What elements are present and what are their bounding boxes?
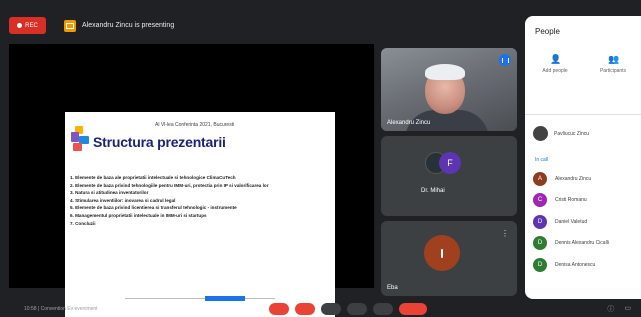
avatar [424,235,460,271]
presenting-indicator: Alexandru Zincu is presenting [64,17,174,34]
list-item[interactable]: D Daniel Valetud [533,211,609,233]
conference-logo [71,126,91,152]
add-people-button[interactable]: 👤 Add people [533,54,577,74]
add-person-icon: 👤 [550,54,562,64]
divider [525,114,641,115]
more-options-icon[interactable]: ⋮ [501,229,509,238]
avatar: D [533,257,547,272]
participant-list: A Alexandru Zincu C Cristi Romanu D Dani… [533,168,609,276]
end-call-button[interactable] [399,303,427,315]
info-icon[interactable]: ⓘ [607,304,614,314]
bottom-toolbar: 10:58 | Convention Ev eveniment ⓘ ▭ [0,301,641,317]
participant-name: Eba [387,285,398,291]
slide-bullet: 5. Elemente de baza privind licentierea … [70,205,237,211]
camera-toggle-button[interactable] [295,303,315,315]
speaking-icon [499,54,511,66]
muted-mic-icon [441,248,443,258]
participant-name: Cristi Romanu [555,197,587,204]
presentation-stage: Al Vl-lea Conferinta 2021, Bucuresti Str… [9,44,374,317]
list-item[interactable]: A Alexandru Zincu [533,168,609,190]
participant-name: Denisa Antonescu [555,261,596,268]
participant-name: Dr. Mihai [421,188,445,194]
recording-badge[interactable]: REC [9,17,46,34]
host-item[interactable]: Pavliucuc Zincu [533,126,589,141]
slide-bullet: 1. Elemente de baza ale proprietatii int… [70,175,236,180]
slide-header: Al Vl-lea Conferinta 2021, Bucuresti [155,122,235,128]
mic-toggle-button[interactable] [269,303,289,315]
more-options-button[interactable] [373,303,393,315]
record-dot-icon [17,23,23,28]
participant-name: Alexandru Zincu [555,175,592,182]
participant-name: Pavliucuc Zincu [554,130,590,137]
recording-label: REC [25,22,38,29]
participant-name: Dennis Alexandru Cicalli [555,240,609,247]
avatar: D [533,214,547,229]
people-panel: People 👤 Add people 👥 Participants Pavli… [525,16,641,299]
avatar: F [439,152,461,174]
slide-bullet: 4. Stimularea inventiilor: inovarea si c… [70,197,176,203]
present-button[interactable] [347,303,367,315]
avatar: C [533,193,547,208]
presenting-text: Alexandru Zincu is presenting [82,22,175,29]
meeting-info: 10:58 | Convention Ev eveniment [24,306,98,312]
slide-bullet: 3. Natura si atitudinea inventatorilor [70,190,149,196]
participant-name: Daniel Valetud [555,218,588,225]
avatar [533,126,548,141]
list-item[interactable]: C Cristi Romanu [533,190,609,212]
slide-title: Structura prezentarii [93,134,226,150]
participant-tile-avatar[interactable]: ⋮ Eba [381,221,517,296]
meet-window: REC Alexandru Zincu is presenting Al Vl-… [0,0,641,317]
slide-bullet: 6. Managementul proprietatii intelectual… [70,212,207,218]
slide-bullet-list: 1. Elemente de baza ale proprietatii int… [70,175,332,228]
slide-bullet: 2. Elemente de baza privind tehnologiile… [70,182,269,188]
panel-title: People [535,27,560,36]
participants-button[interactable]: 👥 Participants [591,54,635,74]
participant-name: Alexandru Zincu [387,120,431,126]
captions-button[interactable] [321,303,341,315]
presentation-slide: Al Vl-lea Conferinta 2021, Bucuresti Str… [65,112,335,317]
call-controls [269,303,427,315]
chat-icon[interactable]: ▭ [624,304,631,314]
present-screen-icon [64,19,76,32]
people-icon: 👥 [608,54,620,64]
list-item[interactable]: D Denisa Antonescu [533,254,609,276]
avatar: A [533,171,547,186]
list-item[interactable]: D Dennis Alexandru Cicalli [533,233,609,255]
participant-tile-group[interactable]: F Dr. Mihai [381,136,517,216]
slide-bullet: 7. Concluzii [70,220,96,226]
avatar: D [533,236,547,251]
participant-tile-presenter[interactable]: Alexandru Zincu [381,48,517,131]
in-call-section-label: In call [535,157,549,163]
